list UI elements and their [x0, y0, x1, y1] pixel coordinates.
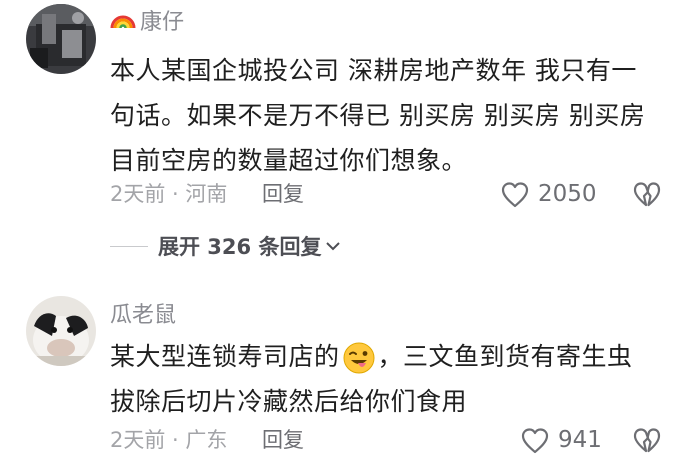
- comment-line: 句话。如果不是万不得已 别买房 别买房 别买房: [110, 101, 646, 130]
- comment-text-segment: 某大型连锁寿司店的: [110, 342, 340, 371]
- like-count: 2050: [538, 181, 597, 207]
- chevron-down-icon: [326, 242, 341, 251]
- expand-replies-button[interactable]: 展开 326 条回复: [110, 231, 341, 261]
- broken-heart-icon: [633, 428, 661, 453]
- comment-text: 某大型连锁寿司店的 ，三文鱼到货有寄生虫 拔除后切片冷藏然后给你们食用: [110, 334, 670, 424]
- broken-heart-icon: [633, 182, 661, 207]
- comment-meta: 2天前 · 河南: [110, 182, 228, 206]
- comment-text-segment: ，三文鱼到货有寄生虫: [377, 342, 633, 371]
- divider: [110, 245, 148, 247]
- reply-button[interactable]: 回复: [262, 180, 304, 208]
- comment-line: 目前空房的数量超过你们想象。: [110, 146, 468, 175]
- like-count: 941: [558, 427, 602, 453]
- reply-button[interactable]: 回复: [262, 426, 304, 454]
- comment-text: 本人某国企城投公司 深耕房地产数年 我只有一 句话。如果不是万不得已 别买房 别…: [110, 48, 670, 183]
- dislike-button[interactable]: [632, 427, 662, 458]
- comment-meta: 2天前 · 广东: [110, 428, 228, 452]
- username[interactable]: 康仔: [110, 8, 184, 38]
- comment-line: 拔除后切片冷藏然后给你们食用: [110, 387, 468, 416]
- dislike-button[interactable]: [632, 181, 662, 212]
- rainbow-icon: [110, 8, 136, 38]
- winking-tongue-emoji: [343, 342, 375, 374]
- username[interactable]: 瓜老鼠: [110, 302, 176, 330]
- expand-replies-label: 展开 326 条回复: [158, 235, 322, 259]
- like-button[interactable]: 941: [520, 426, 602, 454]
- like-button[interactable]: 2050: [500, 180, 597, 208]
- comment-line: 某大型连锁寿司店的 ，三文鱼到货有寄生虫: [110, 334, 670, 379]
- comment-line: 本人某国企城投公司 深耕房地产数年 我只有一: [110, 56, 637, 85]
- username-text: 康仔: [140, 10, 185, 35]
- avatar[interactable]: [26, 296, 96, 366]
- avatar[interactable]: [26, 4, 96, 74]
- heart-icon: [501, 181, 529, 207]
- heart-icon: [521, 427, 549, 453]
